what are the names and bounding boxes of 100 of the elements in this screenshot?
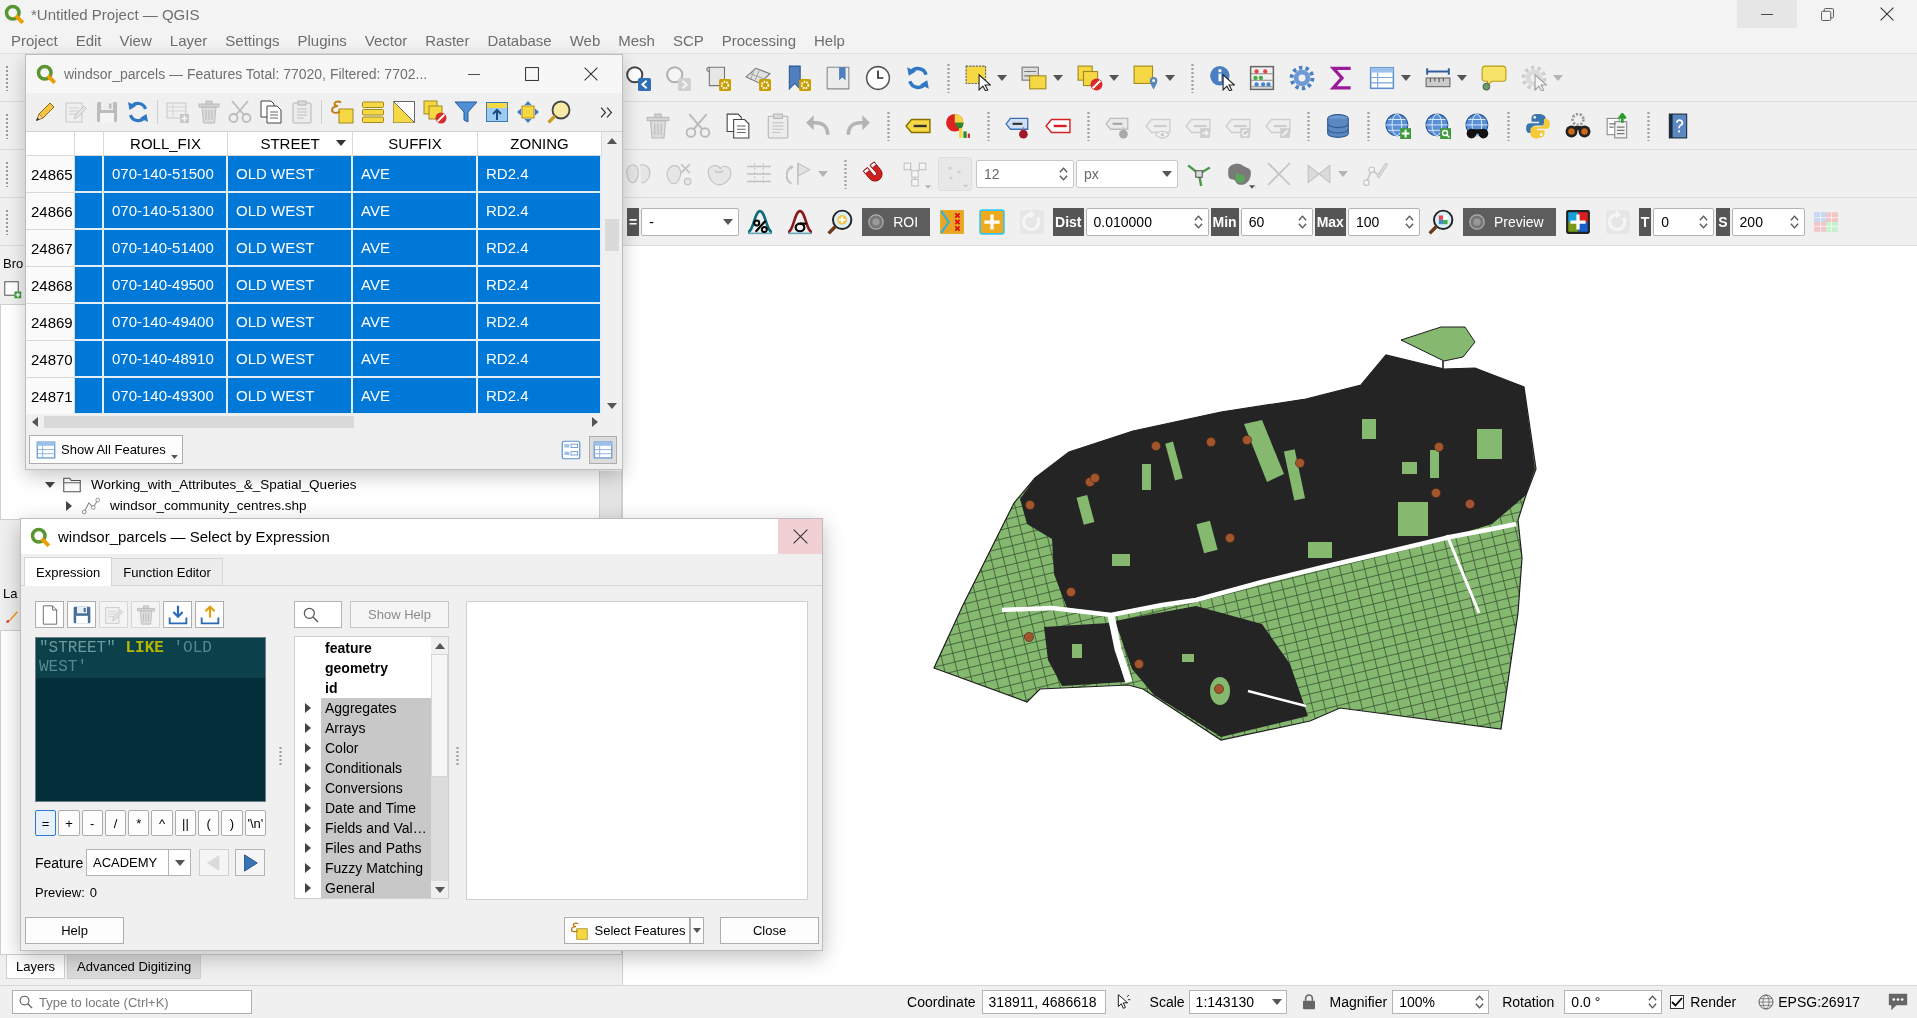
caret-right-icon[interactable] — [305, 803, 311, 813]
function-list-item[interactable]: Date and Time — [321, 798, 431, 818]
spin-box[interactable]: 200 — [1731, 207, 1805, 236]
gear-icon[interactable] — [1289, 64, 1315, 91]
dropdown-button[interactable] — [690, 917, 704, 944]
scroll-right-icon[interactable] — [592, 417, 598, 427]
scroll-up-icon[interactable] — [607, 137, 617, 144]
caret-icon[interactable] — [997, 74, 1007, 81]
zoom-plus-icon[interactable] — [827, 208, 854, 235]
curve-sigma-icon[interactable] — [787, 208, 814, 235]
table-row[interactable]: 24867 070-140-51400 OLD WEST AVE RD2.4 — [26, 230, 602, 267]
caret-right-icon[interactable] — [66, 500, 72, 511]
square-plus-icon[interactable] — [4, 281, 22, 299]
table-icon[interactable] — [1369, 64, 1395, 91]
operator-button[interactable]: = — [35, 810, 57, 836]
row-header[interactable]: 24866 — [26, 193, 75, 230]
function-list-item[interactable]: Aggregates — [321, 698, 431, 718]
lock-icon[interactable] — [1300, 994, 1317, 1010]
function-list-item[interactable]: Arrays — [321, 718, 431, 738]
caret-icon[interactable] — [1053, 74, 1063, 81]
caret-right-icon[interactable] — [305, 823, 311, 833]
rotation-spinbox[interactable]: 0.0 ° — [1564, 990, 1663, 1014]
feature-combo[interactable]: ACADEMY — [86, 849, 191, 876]
color-grid-plus-icon[interactable] — [1564, 208, 1591, 235]
globe-search-icon[interactable] — [1425, 112, 1451, 139]
bookmark-icon[interactable] — [825, 64, 851, 91]
identify-icon[interactable] — [1209, 64, 1235, 91]
caret-right-icon[interactable] — [305, 763, 311, 773]
menu-item[interactable]: Mesh — [609, 32, 664, 49]
function-list-item[interactable]: Fuzzy Matching — [321, 858, 431, 878]
database-icon[interactable] — [1325, 112, 1351, 139]
caret-right-icon[interactable] — [305, 703, 311, 713]
menu-item[interactable]: Help — [805, 32, 854, 49]
close-icon[interactable] — [584, 67, 598, 81]
deselect-icon[interactable] — [1077, 64, 1103, 91]
filter-icon[interactable] — [453, 100, 478, 124]
tool-button[interactable] — [67, 601, 96, 628]
tool-button[interactable] — [35, 601, 64, 628]
binoculars-gear-icon[interactable] — [1565, 112, 1591, 139]
expression-editor[interactable]: "STREET" LIKE 'OLD WEST' — [35, 637, 266, 802]
speech-bubble-icon[interactable] — [1481, 64, 1507, 91]
toggle-button[interactable]: Preview — [1462, 207, 1556, 236]
scale-combo[interactable]: 1:143130 — [1188, 990, 1287, 1014]
globe-plus-icon[interactable] — [1385, 112, 1411, 139]
zoom-previous-icon[interactable] — [625, 64, 651, 91]
close-button[interactable]: Close — [720, 917, 819, 944]
render-checkbox[interactable] — [1670, 995, 1685, 1009]
pan-arrows-icon[interactable] — [515, 100, 540, 124]
chevrons-icon[interactable] — [600, 105, 613, 119]
menu-item[interactable]: Web — [560, 32, 610, 49]
menu-item[interactable]: Raster — [416, 32, 479, 49]
crs-button[interactable]: EPSG:26917 — [1758, 994, 1860, 1010]
column-header[interactable]: STREET — [228, 132, 353, 155]
column-header[interactable]: ROLL_FIX — [104, 132, 228, 155]
toggle-button[interactable]: ROI — [862, 207, 931, 236]
tool-button[interactable] — [163, 601, 192, 628]
magnifier-spinbox[interactable]: 100% — [1392, 990, 1490, 1014]
console-logo-icon[interactable] — [1525, 112, 1551, 139]
caret-icon[interactable] — [1249, 184, 1256, 189]
spin-box[interactable]: 0 — [1653, 207, 1715, 236]
menu-item[interactable]: Processing — [712, 32, 805, 49]
select-rectangle-icon[interactable] — [965, 64, 991, 91]
menu-item[interactable]: Project — [2, 32, 67, 49]
table-row[interactable]: 24868 070-140-49500 OLD WEST AVE RD2.4 — [26, 267, 602, 304]
spin-box[interactable]: 0.010000 — [1085, 207, 1209, 236]
view-toggle-button[interactable] — [589, 435, 617, 464]
function-list-item[interactable]: Color — [321, 738, 431, 758]
copy-icon[interactable] — [725, 112, 751, 139]
scroll-down-icon[interactable] — [434, 886, 445, 893]
function-list-item[interactable]: Conditionals — [321, 758, 431, 778]
spin-box[interactable]: 60 — [1240, 207, 1313, 236]
function-list-item[interactable]: Fields and Val… — [321, 818, 431, 838]
scrollbar[interactable] — [599, 471, 621, 519]
scroll-left-icon[interactable] — [32, 417, 38, 427]
abacus-icon[interactable] — [1249, 64, 1275, 91]
stacked-bars-icon[interactable] — [360, 100, 385, 124]
menu-item[interactable]: Database — [478, 32, 561, 49]
caret-icon[interactable] — [1109, 74, 1119, 81]
search-field[interactable] — [294, 601, 342, 628]
caret-down-icon[interactable] — [45, 481, 55, 488]
function-list-item[interactable]: id — [321, 678, 431, 698]
caret-right-icon[interactable] — [305, 743, 311, 753]
tab[interactable]: Advanced Digitizing — [67, 955, 202, 979]
row-header[interactable]: 24867 — [26, 230, 75, 267]
show-all-features-button[interactable]: Show All Features — [29, 435, 183, 464]
tool-button[interactable] — [195, 601, 224, 628]
zoom-icon[interactable] — [546, 100, 571, 124]
globe-binoculars-icon[interactable] — [1465, 112, 1491, 139]
scroll-gear-icon[interactable] — [705, 64, 731, 91]
operator-button[interactable]: '\n' — [244, 810, 266, 836]
brush-icon[interactable] — [5, 610, 19, 624]
operator-button[interactable]: ) — [221, 810, 243, 836]
invert-selection-icon[interactable] — [391, 100, 416, 124]
spin-box[interactable]: 100 — [1347, 207, 1420, 236]
zoom-color-icon[interactable] — [1427, 208, 1454, 235]
tree-item[interactable]: Working_with_Attributes_&_Spatial_Queries — [1, 474, 599, 495]
move-top-icon[interactable] — [484, 100, 509, 124]
scrollbar-thumb[interactable] — [431, 654, 448, 777]
scrollbar[interactable] — [602, 132, 622, 414]
caret-right-icon[interactable] — [305, 863, 311, 873]
